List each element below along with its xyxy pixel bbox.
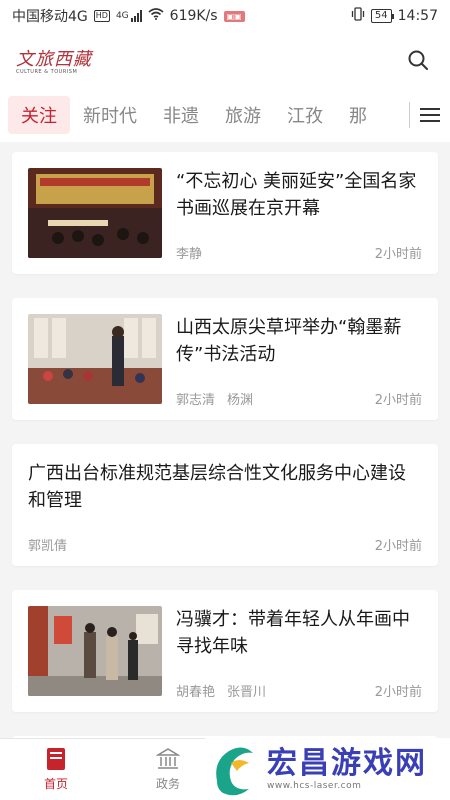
article-card[interactable]: 冯骥才：带着年轻人从年画中寻找年味 胡春艳 张晋川 2小时前 [12,590,438,712]
article-time: 2小时前 [374,539,422,554]
logo-text: 文旅西藏 [16,49,92,70]
article-author: 郭凯倩 [28,539,68,554]
article-title: “不忘初心 美丽延安”全国名家书画巡展在京开幕 [176,171,417,219]
nav-home-label: 首页 [43,777,68,791]
logo-subtitle: CULTURE & TOURISM [16,69,78,75]
tab-item[interactable]: 新时代 [70,96,150,134]
article-card[interactable]: “不忘初心 美丽延安”全国名家书画巡展在京开幕 李静 2小时前 [12,152,438,274]
article-title: 山西太原尖草坪举办“翰墨薪传”书法活动 [176,317,402,365]
watermark-url: www.hcs-laser.com [267,781,362,791]
nav-government-label: 政务 [155,777,180,791]
tab-list: 关注 新时代 非遗 旅游 江孜那 [0,96,409,134]
article-card[interactable]: 广西出台标准规范基层综合性文化服务中心建设和管理 郭凯倩 2小时前 [12,444,438,566]
tab-item[interactable]: 旅游 [212,96,274,134]
article-body: “不忘初心 美丽延安”全国名家书画巡展在京开幕 李静 2小时前 [176,168,422,262]
status-right: 54 14:57 [351,7,438,25]
article-meta: 李静 2小时前 [176,243,422,262]
article-meta: 胡春艳 张晋川 2小时前 [176,681,422,700]
article-body: 山西太原尖草坪举办“翰墨薪传”书法活动 郭志清 杨渊 2小时前 [176,314,422,408]
government-icon [156,748,180,769]
article-thumbnail [28,168,162,258]
search-icon [408,50,428,70]
home-icon [47,748,65,770]
article-thumbnail [28,314,162,404]
battery-icon: 54 [370,9,394,23]
net-type: 4G [115,11,129,21]
tab-item[interactable]: 那 [336,96,380,134]
tab-menu-button[interactable] [410,88,450,142]
app-header: 文旅西藏 CULTURE & TOURISM [0,32,450,88]
article-authors: 郭凯倩 [28,535,67,554]
menu-icon [420,106,440,124]
signal-icon [130,10,142,22]
article-time: 2小时前 [374,685,422,700]
status-left: 中国移动4G HD 4G 619K/s ▣▣ [12,6,245,26]
search-button[interactable] [402,44,434,76]
hd-badge: HD [93,10,110,22]
article-thumbnail [28,606,162,696]
article-meta: 郭志清 杨渊 2小时前 [176,389,422,408]
article-time: 2小时前 [374,247,422,262]
article-author: 李静 [176,247,203,262]
nav-home[interactable]: 首页 [0,739,112,800]
watermark-text: 宏昌游戏网 www.hcs-laser.com [267,746,427,792]
network-speed: 619K/s [169,8,218,24]
clock: 14:57 [397,8,438,24]
article-author: 张晋川 [227,685,267,700]
notification-icon: ▣▣ [223,10,245,22]
article-authors: 胡春艳 张晋川 [176,681,266,700]
article-author: 胡春艳 [176,685,216,700]
article-authors: 郭志清 杨渊 [176,389,253,408]
tab-item[interactable]: 非遗 [150,96,212,134]
watermark: 宏昌游戏网 www.hcs-laser.com [205,738,450,800]
article-author: 郭志清 [176,393,216,408]
dragon-logo-icon [216,747,253,796]
article-authors: 李静 [176,243,202,262]
watermark-title: 宏昌游戏网 [267,746,427,781]
article-meta: 郭凯倩 2小时前 [28,535,422,554]
vibrate-icon [351,7,365,25]
tab-item[interactable]: 关注 [8,96,70,134]
category-tabs: 关注 新时代 非遗 旅游 江孜那 [0,88,450,142]
article-time: 2小时前 [374,393,422,408]
article-title: 广西出台标准规范基层综合性文化服务中心建设和管理 [28,463,406,511]
app-logo: 文旅西藏 CULTURE & TOURISM [16,45,92,75]
carrier-text: 中国移动4G [12,9,88,25]
article-body: 冯骥才：带着年轻人从年画中寻找年味 胡春艳 张晋川 2小时前 [176,606,422,700]
tab-item[interactable]: 江孜 [274,96,336,134]
article-title: 冯骥才：带着年轻人从年画中寻找年味 [176,609,410,657]
article-card[interactable]: 山西太原尖草坪举办“翰墨薪传”书法活动 郭志清 杨渊 2小时前 [12,298,438,420]
article-author: 杨渊 [227,393,254,408]
article-feed: “不忘初心 美丽延安”全国名家书画巡展在京开幕 李静 2小时前 山西太原尖草坪举… [12,152,438,764]
wifi-icon [148,8,164,24]
status-bar: 中国移动4G HD 4G 619K/s ▣▣ 54 14:57 [0,0,450,32]
